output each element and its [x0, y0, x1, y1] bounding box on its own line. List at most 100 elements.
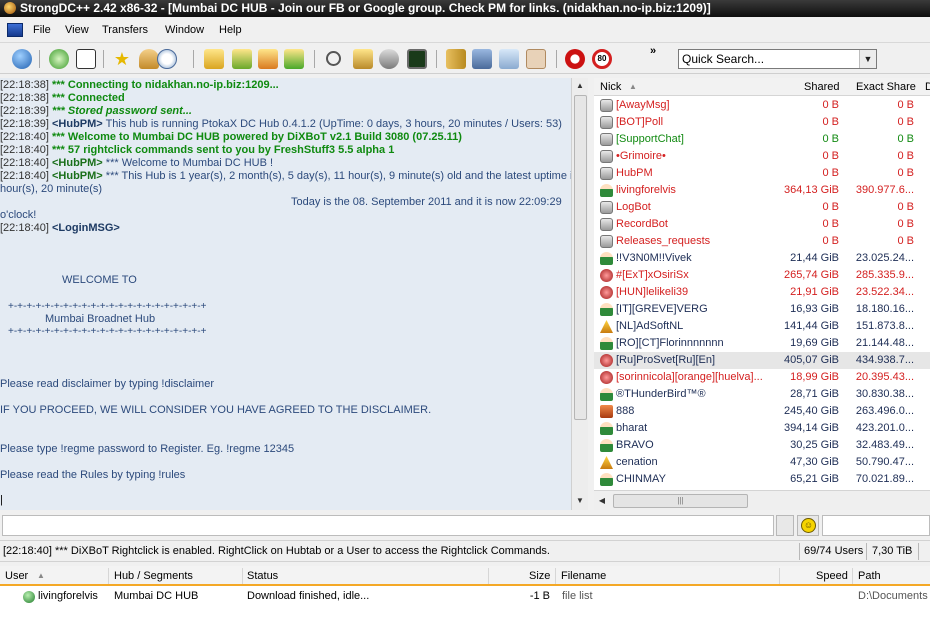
header-separator: [852, 568, 853, 584]
chat-scrollbar[interactable]: ▲ ▼: [571, 78, 588, 510]
download-globe-icon: [23, 591, 35, 603]
user-row[interactable]: [BOT]Poll 0 B 0 B: [594, 114, 930, 131]
settings-icon[interactable]: [472, 49, 492, 69]
user-row[interactable]: CHINMAY 65,21 GiB 70.021.89...: [594, 471, 930, 488]
open-filelist-icon[interactable]: [446, 49, 466, 69]
column-hub-segments[interactable]: Hub / Segments: [114, 570, 193, 582]
user-row[interactable]: cenation 47,30 GiB 50.790.47...: [594, 454, 930, 471]
chat-line: [22:18:39] <HubPM> This hub is running P…: [0, 118, 562, 131]
search-icon[interactable]: [326, 51, 341, 66]
chat-nick[interactable]: <HubPM>: [52, 157, 103, 169]
bot-icon: [600, 116, 613, 129]
mdi-window-icon[interactable]: [7, 23, 23, 37]
user-row[interactable]: [SupportChat] 0 B 0 B: [594, 131, 930, 148]
user-icon: [600, 337, 613, 350]
column-nick[interactable]: Nick: [600, 81, 621, 93]
user-row[interactable]: [AwayMsg] 0 B 0 B: [594, 97, 930, 114]
user-row[interactable]: [IT][GREVE]VERG 16,93 GiB 18.180.16...: [594, 301, 930, 318]
favorites-icon[interactable]: ★: [112, 49, 132, 69]
transfer-row[interactable]: livingforelvis Mumbai DC HUB Download fi…: [0, 588, 930, 605]
recent-hubs-icon[interactable]: [157, 49, 177, 69]
user-exact-share: 50.790.47...: [855, 456, 914, 468]
hub-chat[interactable]: [22:18:38] *** Connecting to nidakhan.no…: [0, 78, 571, 510]
queue-icon[interactable]: [204, 49, 224, 69]
menu-transfers[interactable]: Transfers: [102, 24, 148, 36]
user-row[interactable]: •Grimoire• 0 B 0 B: [594, 148, 930, 165]
user-row[interactable]: RecordBot 0 B 0 B: [594, 216, 930, 233]
window-title: StrongDC++ 2.42 x86-32 - [Mumbai DC HUB …: [20, 1, 711, 15]
menu-file[interactable]: File: [33, 24, 51, 36]
menu-view[interactable]: View: [65, 24, 89, 36]
user-count: 69/74 Users: [804, 545, 864, 557]
column-speed[interactable]: Speed: [816, 570, 848, 582]
scroll-thumb[interactable]: [574, 95, 587, 420]
user-row[interactable]: HubPM 0 B 0 B: [594, 165, 930, 182]
user-list-hscrollbar[interactable]: ◀ |||: [594, 490, 930, 510]
header-separator: [779, 568, 780, 584]
users-icon[interactable]: [139, 49, 159, 69]
scroll-up-icon[interactable]: ▲: [572, 78, 588, 94]
transfers-panel[interactable]: User ▲ Hub / Segments Status Size Filena…: [0, 566, 930, 630]
speed-limit-icon[interactable]: 80: [592, 49, 612, 69]
menu-bar: File View Transfers Window Help: [0, 17, 930, 43]
column-user[interactable]: User: [5, 570, 28, 582]
connect-icon[interactable]: [12, 49, 32, 69]
finished-icon[interactable]: [232, 49, 252, 69]
column-status[interactable]: Status: [247, 570, 278, 582]
column-filename[interactable]: Filename: [561, 570, 606, 582]
menu-window[interactable]: Window: [165, 24, 204, 36]
filter-input[interactable]: [822, 515, 930, 536]
quick-search-input[interactable]: Quick Search...: [678, 49, 877, 69]
user-shared: 0 B: [822, 201, 839, 213]
toolbar-separator: [39, 50, 40, 68]
column-path[interactable]: Path: [858, 570, 881, 582]
notepad-icon[interactable]: [407, 49, 427, 69]
user-row[interactable]: bharat 394,14 GiB 423.201.0...: [594, 420, 930, 437]
user-row[interactable]: 888 245,40 GiB 263.496.0...: [594, 403, 930, 420]
user-shared: 0 B: [822, 167, 839, 179]
column-shared[interactable]: Shared: [804, 81, 839, 93]
column-exact-share[interactable]: Exact Share: [856, 81, 916, 93]
timestamp: [22:18:40]: [0, 170, 49, 182]
chat-message-input[interactable]: [2, 515, 774, 536]
user-row[interactable]: [sorinnicola][orange][huelva]... 18,99 Gi…: [594, 369, 930, 386]
column-description[interactable]: D: [925, 81, 930, 93]
user-row[interactable]: [RO][CT]Florinnnnnnn 19,69 GiB 21.144.48..…: [594, 335, 930, 352]
user-row[interactable]: Releases_requests 0 B 0 B: [594, 233, 930, 250]
hscroll-thumb[interactable]: |||: [613, 494, 748, 508]
user-shared: 21,91 GiB: [790, 286, 839, 298]
user-row[interactable]: livingforelvis 364,13 GiB 390.977.6...: [594, 182, 930, 199]
user-row[interactable]: #[ExT]xOsiriSx 265,74 GiB 285.335.9...: [594, 267, 930, 284]
network-stats-icon[interactable]: [499, 49, 519, 69]
scroll-down-icon[interactable]: ▼: [572, 493, 588, 509]
toolbar-overflow-chevron[interactable]: »: [650, 45, 656, 57]
user-row[interactable]: !!V3N0M!!Vivek 21,44 GiB 23.025.24...: [594, 250, 930, 267]
stop-icon[interactable]: [565, 49, 585, 69]
quick-search-dropdown-icon[interactable]: ▼: [859, 50, 876, 68]
limiter-icon[interactable]: [526, 49, 546, 69]
chat-nick[interactable]: <LoginMSG>: [52, 222, 120, 234]
finished-uploads-icon[interactable]: [284, 49, 304, 69]
format-button[interactable]: [776, 515, 794, 536]
adl-search-icon[interactable]: [353, 49, 373, 69]
user-nick: cenation: [616, 456, 658, 468]
user-row[interactable]: LogBot 0 B 0 B: [594, 199, 930, 216]
user-row[interactable]: ®THunderBird™® 28,71 GiB 30.830.38...: [594, 386, 930, 403]
scroll-left-icon[interactable]: ◀: [594, 493, 610, 509]
chat-nick[interactable]: <HubPM>: [52, 118, 103, 130]
search-spy-icon[interactable]: [379, 49, 399, 69]
menu-help[interactable]: Help: [219, 24, 242, 36]
emoticons-button[interactable]: ☺: [797, 515, 819, 536]
follow-redirect-icon[interactable]: [76, 49, 96, 69]
user-row[interactable]: [NL]AdSoftNL 141,44 GiB 151.873.8...: [594, 318, 930, 335]
chat-nick[interactable]: <HubPM>: [52, 170, 103, 182]
column-size[interactable]: Size: [529, 570, 550, 582]
user-row[interactable]: BRAVO 30,25 GiB 32.483.49...: [594, 437, 930, 454]
reconnect-icon[interactable]: [49, 49, 69, 69]
user-exact-share: 0 B: [897, 99, 914, 111]
user-row[interactable]: [Ru]ProSvet[Ru][En] 405,07 GiB 434.938.7..…: [594, 352, 930, 369]
user-row[interactable]: [HUN]lelikeli39 21,91 GiB 23.522.34...: [594, 284, 930, 301]
upload-queue-icon[interactable]: [258, 49, 278, 69]
user-list[interactable]: Nick ▲ Shared Exact Share D [AwayMsg] 0 B…: [594, 78, 930, 490]
user-nick: [IT][GREVE]VERG: [616, 303, 708, 315]
